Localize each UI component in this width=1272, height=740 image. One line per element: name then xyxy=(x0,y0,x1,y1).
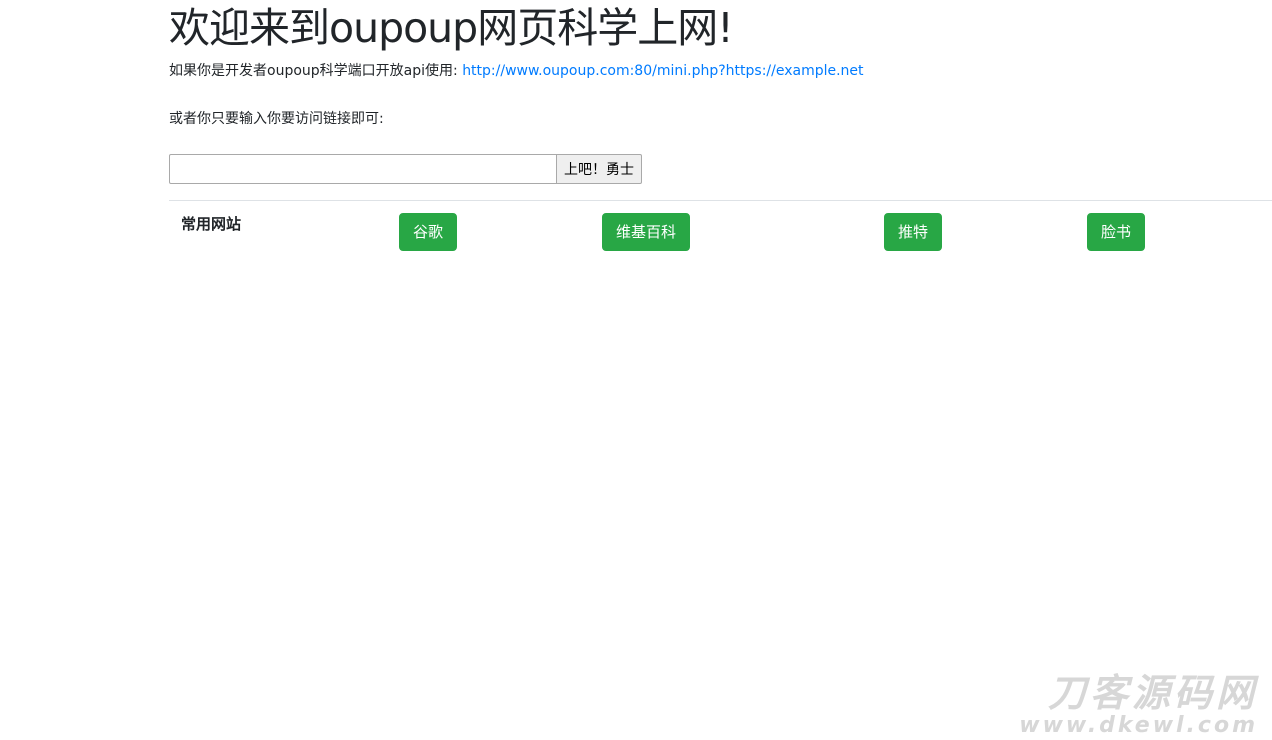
site-button-facebook[interactable]: 脸书 xyxy=(1087,213,1146,251)
submit-button[interactable]: 上吧！勇士 xyxy=(557,154,642,184)
watermark-url: www.dkewl.com xyxy=(1019,713,1258,738)
page: 欢迎来到oupoup网页科学上网! 如果你是开发者oupoup科学端口开放api… xyxy=(0,0,1272,740)
page-title: 欢迎来到oupoup网页科学上网! xyxy=(169,4,734,52)
input-hint: 或者你只要输入你要访问链接即可: xyxy=(169,111,384,127)
site-button-wikipedia[interactable]: 维基百科 xyxy=(602,213,691,251)
api-example-link[interactable]: http://www.oupoup.com:80/mini.php?https:… xyxy=(462,63,863,79)
common-sites-label: 常用网站 xyxy=(181,215,242,233)
url-form: 上吧！勇士 xyxy=(169,154,642,184)
watermark-title: 刀客源码网 xyxy=(1047,671,1258,715)
api-info: 如果你是开发者oupoup科学端口开放api使用: http://www.oup… xyxy=(169,61,864,81)
site-button-twitter[interactable]: 推特 xyxy=(884,213,943,251)
site-button-google[interactable]: 谷歌 xyxy=(399,213,458,251)
watermark-logo: 刀客源码网 www.dkewl.com xyxy=(1019,672,1258,738)
section-divider xyxy=(169,200,1272,201)
url-input[interactable] xyxy=(169,154,557,184)
api-info-text: 如果你是开发者oupoup科学端口开放api使用: xyxy=(169,63,463,79)
